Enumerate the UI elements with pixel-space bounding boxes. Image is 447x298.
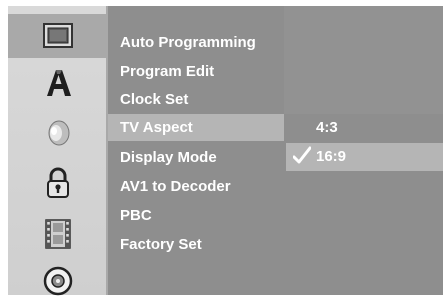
- lock-icon[interactable]: [41, 166, 75, 200]
- audio-icon[interactable]: [41, 116, 75, 150]
- menu-item-factory-set[interactable]: Factory Set: [120, 233, 202, 257]
- category-icon-column: [8, 6, 108, 298]
- menu-item-display-mode[interactable]: Display Mode: [120, 146, 217, 170]
- menu-item-auto-programming[interactable]: Auto Programming: [120, 31, 256, 55]
- option-4-3[interactable]: 4:3: [316, 115, 338, 141]
- menu-item-clock-set[interactable]: Clock Set: [120, 88, 188, 112]
- language-icon[interactable]: [41, 66, 75, 100]
- checkmark-icon: [292, 145, 312, 167]
- options-panel-top: [284, 6, 443, 114]
- option-16-9[interactable]: 16:9: [316, 144, 346, 170]
- screen-icon[interactable]: [41, 19, 75, 53]
- menu-item-program-edit[interactable]: Program Edit: [120, 60, 214, 84]
- menu-item-pbc[interactable]: PBC: [120, 204, 152, 228]
- film-icon[interactable]: [41, 217, 75, 251]
- menu-item-tv-aspect[interactable]: TV Aspect: [120, 116, 193, 140]
- disc-icon[interactable]: [41, 264, 75, 298]
- menu-item-av1-to-decoder[interactable]: AV1 to Decoder: [120, 175, 231, 199]
